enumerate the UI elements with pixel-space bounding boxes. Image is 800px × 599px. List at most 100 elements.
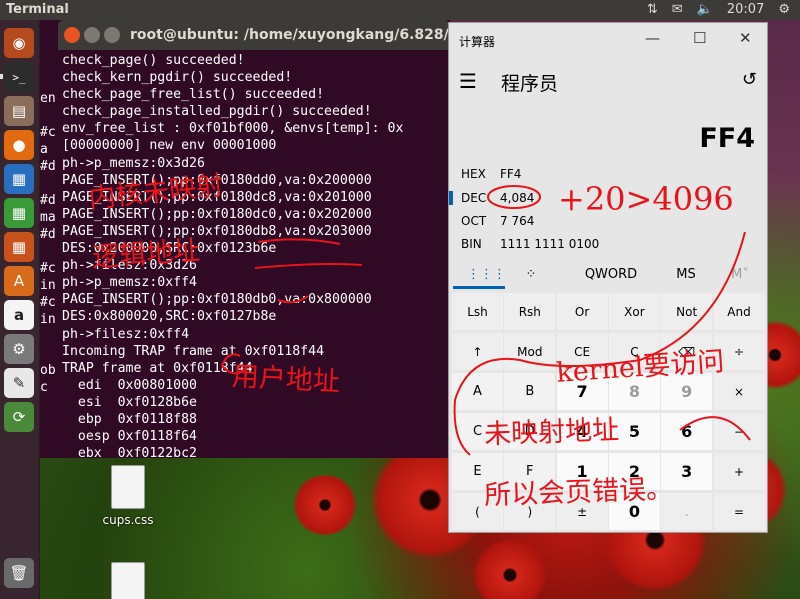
key-2-5[interactable]: × xyxy=(713,373,765,410)
updater-icon[interactable]: ⟳ xyxy=(4,402,34,432)
amazon-icon[interactable]: a xyxy=(4,300,34,330)
terminal-line: Incoming TRAP frame at 0xf0118f44 xyxy=(62,343,325,359)
terminal-line: ph->p_memsz:0x3d26 xyxy=(62,155,205,171)
minimize-button[interactable]: — xyxy=(645,29,660,47)
key-0-3[interactable]: Xor xyxy=(608,293,660,330)
network-icon[interactable]: ⇅ xyxy=(647,2,658,17)
key-3-3[interactable]: 5 xyxy=(608,413,660,450)
tab-word-size[interactable]: QWORD xyxy=(581,267,641,282)
maximize-button[interactable]: ☐ xyxy=(693,29,706,47)
key-4-3[interactable]: 2 xyxy=(608,453,660,490)
desktop-file-cups[interactable]: cups.css xyxy=(98,465,158,527)
key-0-2[interactable]: Or xyxy=(556,293,608,330)
key-1-1[interactable]: Mod xyxy=(504,333,556,370)
background-terminal-line: a xyxy=(40,142,48,157)
text-editor-icon[interactable]: ✎ xyxy=(4,368,34,398)
terminal-titlebar[interactable]: root@ubuntu: /home/xuyongkang/6.828/la xyxy=(58,20,463,50)
key-4-1[interactable]: F xyxy=(504,453,556,490)
minimize-button[interactable] xyxy=(84,27,100,43)
terminal-line: DES:0x200000,SRC:0xf0123b6e xyxy=(62,241,277,257)
terminal-line: ph->p_memsz:0xff4 xyxy=(62,275,197,291)
files-icon[interactable]: ▤ xyxy=(4,96,34,126)
key-3-1[interactable]: D xyxy=(504,413,556,450)
terminal-output[interactable]: check_page() succeeded! check_kern_pgdir(… xyxy=(62,52,450,458)
impress-icon[interactable]: ▦ xyxy=(4,232,34,262)
key-1-2[interactable]: CE xyxy=(556,333,608,370)
ubuntu-logo-icon[interactable]: ◉ xyxy=(4,28,34,58)
key-2-4[interactable]: 9 xyxy=(661,373,713,410)
key-3-5[interactable]: − xyxy=(713,413,765,450)
key-4-0[interactable]: E xyxy=(452,453,503,490)
key-3-4[interactable]: 6 xyxy=(661,413,713,450)
background-terminal-line: #d xyxy=(40,227,56,242)
gear-icon[interactable]: ⚙ xyxy=(778,2,790,17)
key-4-2[interactable]: 1 xyxy=(556,453,608,490)
key-1-4[interactable]: ⌫ xyxy=(661,333,713,370)
terminal-line: TRAP frame at 0xf0118f44 xyxy=(62,360,253,376)
trash-icon[interactable]: 🗑 xyxy=(4,558,34,588)
terminal-line: [00000000] new env 00001000 xyxy=(62,138,277,154)
writer-icon[interactable]: ▦ xyxy=(4,164,34,194)
key-3-2[interactable]: 4 xyxy=(556,413,608,450)
key-5-2[interactable]: ± xyxy=(556,493,608,530)
keyboard-icon[interactable]: ✉ xyxy=(672,2,683,17)
key-0-0[interactable]: Lsh xyxy=(452,293,503,330)
desktop-file[interactable] xyxy=(98,562,158,599)
key-5-5[interactable]: = xyxy=(713,493,765,530)
hamburger-menu-icon[interactable]: ☰ xyxy=(459,69,477,93)
calculator-header: ☰ 程序员 ↺ xyxy=(449,57,767,105)
key-5-0[interactable]: ( xyxy=(452,493,503,530)
tab-memory-store[interactable]: MS xyxy=(671,267,701,282)
terminal-window[interactable]: en #c a #d #d ma #d #c in #c in ob c root@ubuntu: /h… xyxy=(40,20,463,458)
key-4-4[interactable]: 3 xyxy=(661,453,713,490)
radix-value: 7 764 xyxy=(500,214,535,228)
terminal-line: ebx 0xf0122bc2 xyxy=(62,446,197,458)
maximize-button[interactable] xyxy=(104,27,120,43)
settings-icon[interactable]: ⚙ xyxy=(4,334,34,364)
key-1-5[interactable]: ÷ xyxy=(713,333,765,370)
software-center-icon[interactable]: A xyxy=(4,266,34,296)
terminal-line: PAGE_INSERT();pp:0xf0180db0,va:0x800000 xyxy=(62,292,372,308)
close-button[interactable] xyxy=(64,27,80,43)
tab-bit-toggle[interactable]: ⁘ xyxy=(519,267,543,282)
background-terminal-line: #c xyxy=(40,295,56,310)
key-2-1[interactable]: B xyxy=(504,373,556,410)
key-2-0[interactable]: A xyxy=(452,373,503,410)
terminal-line: PAGE_INSERT();pp:0xf0180dc0,va:0x202000 xyxy=(62,206,372,222)
radix-oct[interactable]: OCT 7 764 xyxy=(449,210,767,232)
terminal-line: env_free_list : 0xf01bf000, &envs[temp]:… xyxy=(62,121,404,137)
key-1-3[interactable]: C xyxy=(608,333,660,370)
terminal-line: ebp 0xf0118f88 xyxy=(62,411,197,427)
key-5-3[interactable]: 0 xyxy=(608,493,660,530)
radix-dec[interactable]: DEC 4,084 xyxy=(449,187,767,209)
tab-memory-recall[interactable]: M˅ xyxy=(725,267,755,282)
terminal-line: edi 0x00801000 xyxy=(62,377,197,393)
key-0-4[interactable]: Not xyxy=(661,293,713,330)
calculator-titlebar[interactable]: 计算器 — ☐ ✕ xyxy=(449,23,767,57)
volume-icon[interactable]: 🔈 xyxy=(697,2,713,17)
firefox-icon[interactable]: ● xyxy=(4,130,34,160)
tab-full-keypad[interactable]: ⋮⋮⋮ xyxy=(467,267,506,282)
terminal-line: ph->filesz:0x3d26 xyxy=(62,258,197,274)
key-1-0[interactable]: ↑ xyxy=(452,333,503,370)
key-0-5[interactable]: And xyxy=(713,293,765,330)
key-2-3[interactable]: 8 xyxy=(608,373,660,410)
poppy-flower xyxy=(470,540,550,599)
key-3-0[interactable]: C xyxy=(452,413,503,450)
terminal-line: check_kern_pgdir() succeeded! xyxy=(62,70,293,86)
key-5-4[interactable]: . xyxy=(661,493,713,530)
spreadsheet-icon[interactable]: ▦ xyxy=(4,198,34,228)
key-5-1[interactable]: ) xyxy=(504,493,556,530)
key-2-2[interactable]: 7 xyxy=(556,373,608,410)
radix-bin[interactable]: BIN 1111 1111 0100 xyxy=(449,233,767,255)
history-icon[interactable]: ↺ xyxy=(742,69,757,90)
key-0-1[interactable]: Rsh xyxy=(504,293,556,330)
radix-hex[interactable]: HEX FF4 xyxy=(449,163,767,185)
calculator-tabs: ⋮⋮⋮ ⁘ QWORD MS M˅ xyxy=(449,259,767,289)
key-4-5[interactable]: + xyxy=(713,453,765,490)
document-file-icon xyxy=(111,562,145,599)
terminal-icon[interactable]: >_ xyxy=(4,62,34,92)
close-button[interactable]: ✕ xyxy=(739,29,752,47)
calculator-window[interactable]: 计算器 — ☐ ✕ ☰ 程序员 ↺ FF4 HEX FF4 DEC 4,084 … xyxy=(448,22,768,533)
clock[interactable]: 20:07 xyxy=(727,2,764,17)
